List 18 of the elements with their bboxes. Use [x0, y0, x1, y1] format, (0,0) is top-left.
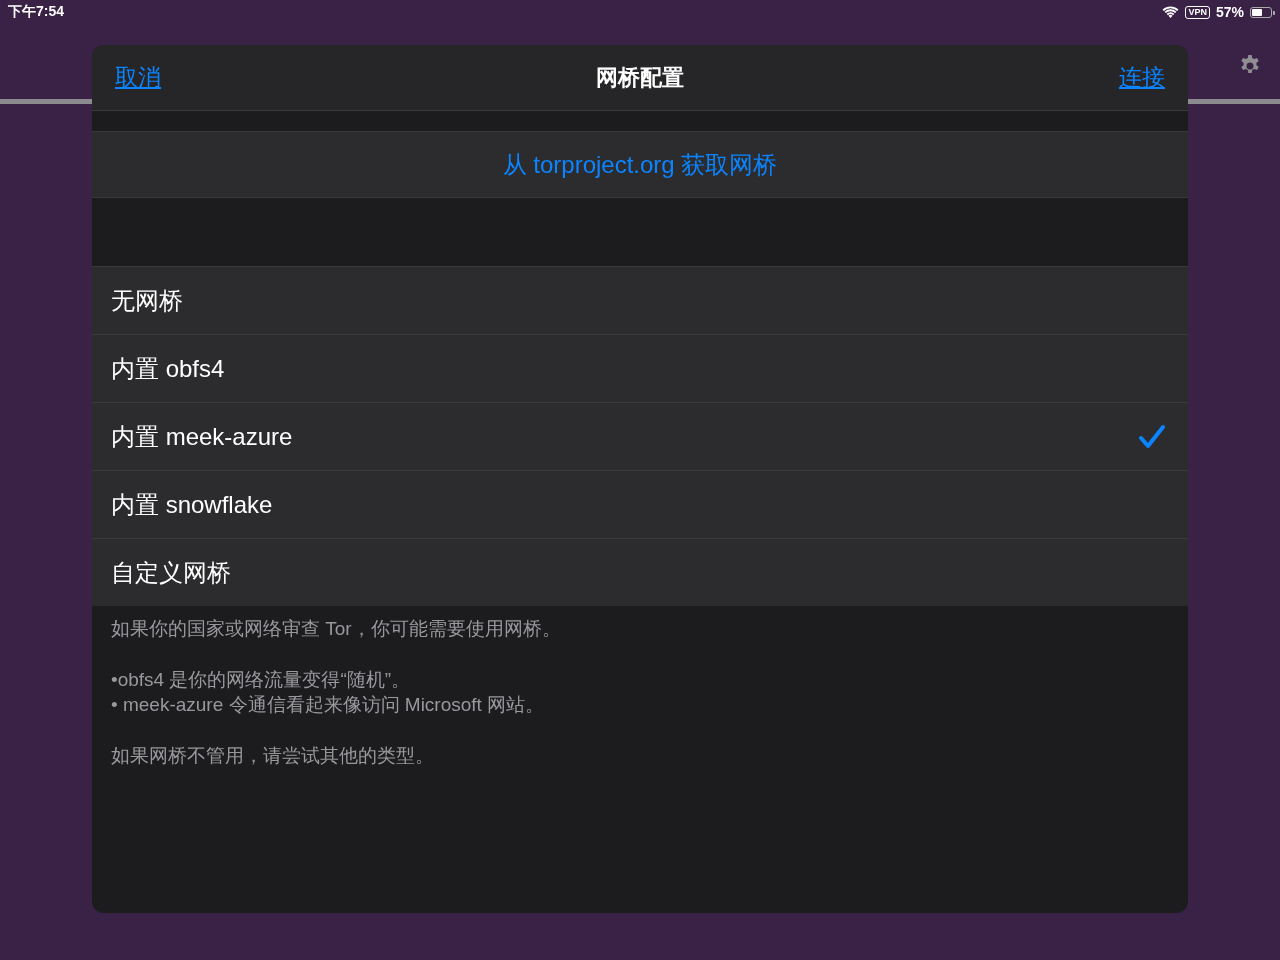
bridge-option[interactable]: 内置 meek-azure	[92, 402, 1188, 470]
bridge-option[interactable]: 内置 obfs4	[92, 334, 1188, 402]
footer-text: 如果网桥不管用，请尝试其他的类型。	[111, 744, 435, 768]
battery-icon	[1250, 6, 1272, 18]
dialog-title: 网桥配置	[596, 63, 684, 92]
footer-text: •obfs4 是你的网络流量变得“随机”。	[111, 668, 412, 692]
footer-text: 如果你的国家或网络审查 Tor，你可能需要使用网桥。	[111, 617, 562, 641]
status-time: 下午7:54	[8, 3, 65, 21]
bridge-option[interactable]: 自定义网桥	[92, 538, 1188, 606]
wifi-icon	[1162, 6, 1180, 18]
connect-link[interactable]: 连接	[1119, 62, 1165, 93]
vpn-indicator: VPN	[1185, 5, 1210, 19]
bridge-option[interactable]: 内置 snowflake	[92, 470, 1188, 538]
footer-text: • meek-azure 令通信看起来像访问 Microsoft 网站。	[111, 693, 546, 717]
battery-percentage: 57%	[1215, 4, 1244, 20]
bridge-option[interactable]: 无网桥	[92, 266, 1188, 334]
get-bridges-button[interactable]: 从 torproject.org 获取网桥	[92, 131, 1188, 198]
cancel-link[interactable]: 取消	[115, 62, 161, 93]
